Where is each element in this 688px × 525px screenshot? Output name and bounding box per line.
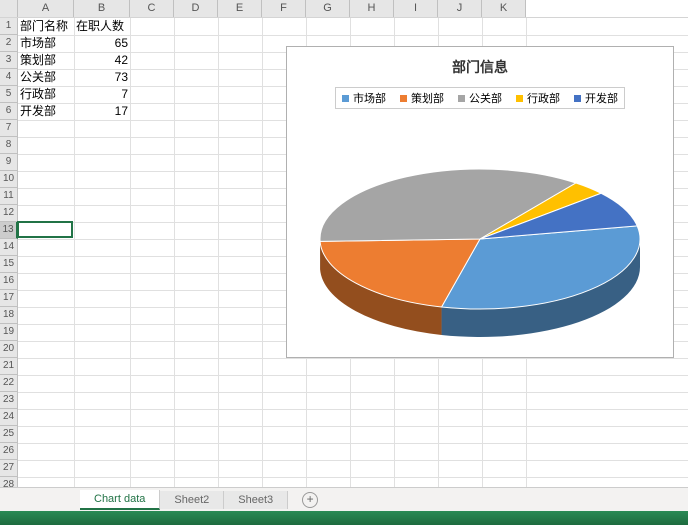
row-header-7[interactable]: 7 [0, 120, 18, 137]
row-header-28[interactable]: 28 [0, 477, 18, 487]
legend-item-3[interactable]: 行政部 [516, 90, 560, 106]
cell-B6[interactable]: 17 [74, 103, 130, 120]
col-header-J[interactable]: J [438, 0, 482, 17]
column-header-row: ABCDEFGHIJK [0, 0, 688, 18]
col-header-E[interactable]: E [218, 0, 262, 17]
chart-title[interactable]: 部门信息 [287, 57, 673, 77]
legend-label: 行政部 [527, 90, 560, 106]
row-header-16[interactable]: 16 [0, 273, 18, 290]
legend-item-4[interactable]: 开发部 [574, 90, 618, 106]
row-header-2[interactable]: 2 [0, 35, 18, 52]
cell-A4[interactable]: 公关部 [18, 69, 74, 86]
status-bar [0, 511, 688, 525]
row-header-11[interactable]: 11 [0, 188, 18, 205]
legend-label: 市场部 [353, 90, 386, 106]
legend-swatch-icon [574, 95, 581, 102]
cell-A1[interactable]: 部门名称 [18, 18, 74, 35]
legend-item-0[interactable]: 市场部 [342, 90, 386, 106]
row-header-19[interactable]: 19 [0, 324, 18, 341]
row-header-13[interactable]: 13 [0, 222, 18, 239]
new-sheet-button[interactable]: + [302, 492, 318, 508]
cell-A6[interactable]: 开发部 [18, 103, 74, 120]
cell-A5[interactable]: 行政部 [18, 86, 74, 103]
cell-B3[interactable]: 42 [74, 52, 130, 69]
row-header-3[interactable]: 3 [0, 52, 18, 69]
col-header-H[interactable]: H [350, 0, 394, 17]
select-all-corner[interactable] [0, 0, 18, 17]
row-header-20[interactable]: 20 [0, 341, 18, 358]
row-header-18[interactable]: 18 [0, 307, 18, 324]
row-header-12[interactable]: 12 [0, 205, 18, 222]
col-header-B[interactable]: B [74, 0, 130, 17]
cell-B1[interactable]: 在职人数 [74, 18, 130, 35]
legend-label: 公关部 [469, 90, 502, 106]
cells-layer[interactable]: 部门名称 在职人数 市场部 65 策划部 42 公关部 73 行政部 7 开发部… [18, 18, 688, 487]
row-header-27[interactable]: 27 [0, 460, 18, 477]
row-header-21[interactable]: 21 [0, 358, 18, 375]
row-header-6[interactable]: 6 [0, 103, 18, 120]
row-header-9[interactable]: 9 [0, 154, 18, 171]
row-header-5[interactable]: 5 [0, 86, 18, 103]
spreadsheet-app: ABCDEFGHIJK 1234567891011121314151617181… [0, 0, 688, 525]
col-header-K[interactable]: K [482, 0, 526, 17]
row-header-10[interactable]: 10 [0, 171, 18, 188]
cell-A2[interactable]: 市场部 [18, 35, 74, 52]
row-header-26[interactable]: 26 [0, 443, 18, 460]
pie-svg [310, 149, 650, 339]
sheet-tab-bar: Chart dataSheet2Sheet3 + [0, 487, 688, 511]
legend-label: 策划部 [411, 90, 444, 106]
pie-chart[interactable] [287, 149, 673, 342]
legend-swatch-icon [342, 95, 349, 102]
row-header-15[interactable]: 15 [0, 256, 18, 273]
sheet-tab-1[interactable]: Sheet2 [160, 491, 224, 509]
col-header-C[interactable]: C [130, 0, 174, 17]
col-header-A[interactable]: A [18, 0, 74, 17]
cell-B4[interactable]: 73 [74, 69, 130, 86]
col-header-D[interactable]: D [174, 0, 218, 17]
legend-item-2[interactable]: 公关部 [458, 90, 502, 106]
row-header-column: 1234567891011121314151617181920212223242… [0, 18, 18, 487]
col-header-G[interactable]: G [306, 0, 350, 17]
chart-legend[interactable]: 市场部 策划部 公关部 行政部 开发部 [335, 87, 625, 109]
legend-item-1[interactable]: 策划部 [400, 90, 444, 106]
cell-B5[interactable]: 7 [74, 86, 130, 103]
row-header-4[interactable]: 4 [0, 69, 18, 86]
sheet-tab-0[interactable]: Chart data [80, 490, 160, 510]
sheet-tab-2[interactable]: Sheet3 [224, 491, 288, 509]
row-header-25[interactable]: 25 [0, 426, 18, 443]
cell-A3[interactable]: 策划部 [18, 52, 74, 69]
col-header-I[interactable]: I [394, 0, 438, 17]
row-header-14[interactable]: 14 [0, 239, 18, 256]
row-header-22[interactable]: 22 [0, 375, 18, 392]
grid-area[interactable]: 1234567891011121314151617181920212223242… [0, 18, 688, 487]
col-header-F[interactable]: F [262, 0, 306, 17]
row-header-24[interactable]: 24 [0, 409, 18, 426]
cell-B2[interactable]: 65 [74, 35, 130, 52]
legend-swatch-icon [516, 95, 523, 102]
row-header-8[interactable]: 8 [0, 137, 18, 154]
chart-object[interactable]: 部门信息 市场部 策划部 公关部 行政部 开发部 [286, 46, 674, 358]
legend-swatch-icon [458, 95, 465, 102]
row-header-23[interactable]: 23 [0, 392, 18, 409]
legend-label: 开发部 [585, 90, 618, 106]
legend-swatch-icon [400, 95, 407, 102]
row-header-17[interactable]: 17 [0, 290, 18, 307]
row-header-1[interactable]: 1 [0, 18, 18, 35]
